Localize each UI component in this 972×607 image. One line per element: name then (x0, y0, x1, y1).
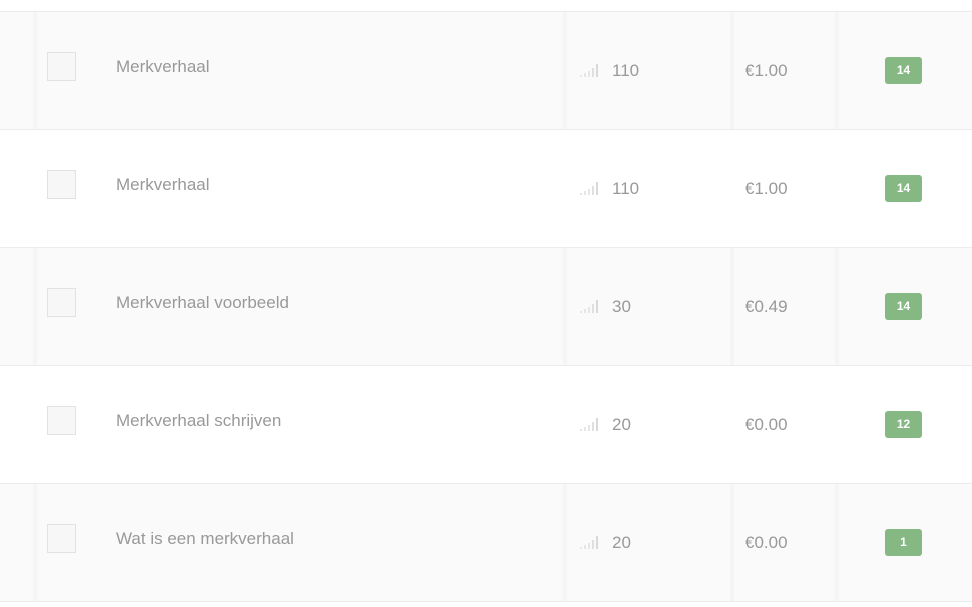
table-row: Merkverhaal voorbeeld 30 €0.49 14 (0, 248, 972, 366)
table-row: Merkverhaal 110 €1.00 14 (0, 130, 972, 248)
cpc-value: €1.00 (745, 179, 788, 198)
search-volume: 20 (612, 533, 631, 552)
column-separator (563, 130, 567, 247)
column-separator (563, 366, 567, 483)
keyword-text[interactable]: Merkverhaal voorbeeld (116, 293, 289, 313)
table-row: Merkverhaal 110 €1.00 14 (0, 12, 972, 130)
column-separator (563, 248, 567, 365)
row-checkbox[interactable] (47, 406, 76, 435)
column-separator (730, 12, 734, 129)
difficulty-badge: 14 (885, 57, 922, 84)
difficulty-badge: 14 (885, 293, 922, 320)
cpc-value: €1.00 (745, 61, 788, 80)
column-separator (730, 130, 734, 247)
search-volume: 110 (612, 61, 640, 80)
difficulty-badge: 12 (885, 411, 922, 438)
column-separator (730, 366, 734, 483)
keyword-text[interactable]: Merkverhaal schrijven (116, 411, 281, 431)
table-row: Merkverhaal schrijven 20 €0.00 12 (0, 366, 972, 484)
column-separator (33, 366, 37, 483)
column-separator (835, 248, 839, 365)
search-volume: 20 (612, 415, 631, 434)
table-row: Wat is een merkverhaal 20 €0.00 1 (0, 484, 972, 602)
difficulty-badge: 14 (885, 175, 922, 202)
signal-strength-icon (580, 418, 598, 431)
column-separator (835, 484, 839, 601)
column-separator (33, 130, 37, 247)
column-separator (835, 366, 839, 483)
row-checkbox[interactable] (47, 524, 76, 553)
column-separator (835, 130, 839, 247)
search-volume: 30 (612, 297, 631, 316)
column-separator (730, 248, 734, 365)
search-volume: 110 (612, 179, 640, 198)
row-checkbox[interactable] (47, 288, 76, 317)
difficulty-badge: 1 (885, 529, 922, 556)
column-separator (563, 12, 567, 129)
cpc-value: €0.49 (745, 297, 788, 316)
keyword-text[interactable]: Merkverhaal (116, 57, 210, 77)
signal-strength-icon (580, 300, 598, 313)
cpc-value: €0.00 (745, 415, 788, 434)
column-separator (33, 12, 37, 129)
keyword-text[interactable]: Merkverhaal (116, 175, 210, 195)
column-separator (33, 248, 37, 365)
column-separator (730, 484, 734, 601)
signal-strength-icon (580, 536, 598, 549)
signal-strength-icon (580, 64, 598, 77)
row-checkbox[interactable] (47, 170, 76, 199)
keyword-table: Merkverhaal 110 €1.00 14 Merkverhaal 110… (0, 11, 972, 602)
column-separator (835, 12, 839, 129)
signal-strength-icon (580, 182, 598, 195)
column-separator (563, 484, 567, 601)
cpc-value: €0.00 (745, 533, 788, 552)
column-separator (33, 484, 37, 601)
keyword-text[interactable]: Wat is een merkverhaal (116, 529, 294, 549)
row-checkbox[interactable] (47, 52, 76, 81)
